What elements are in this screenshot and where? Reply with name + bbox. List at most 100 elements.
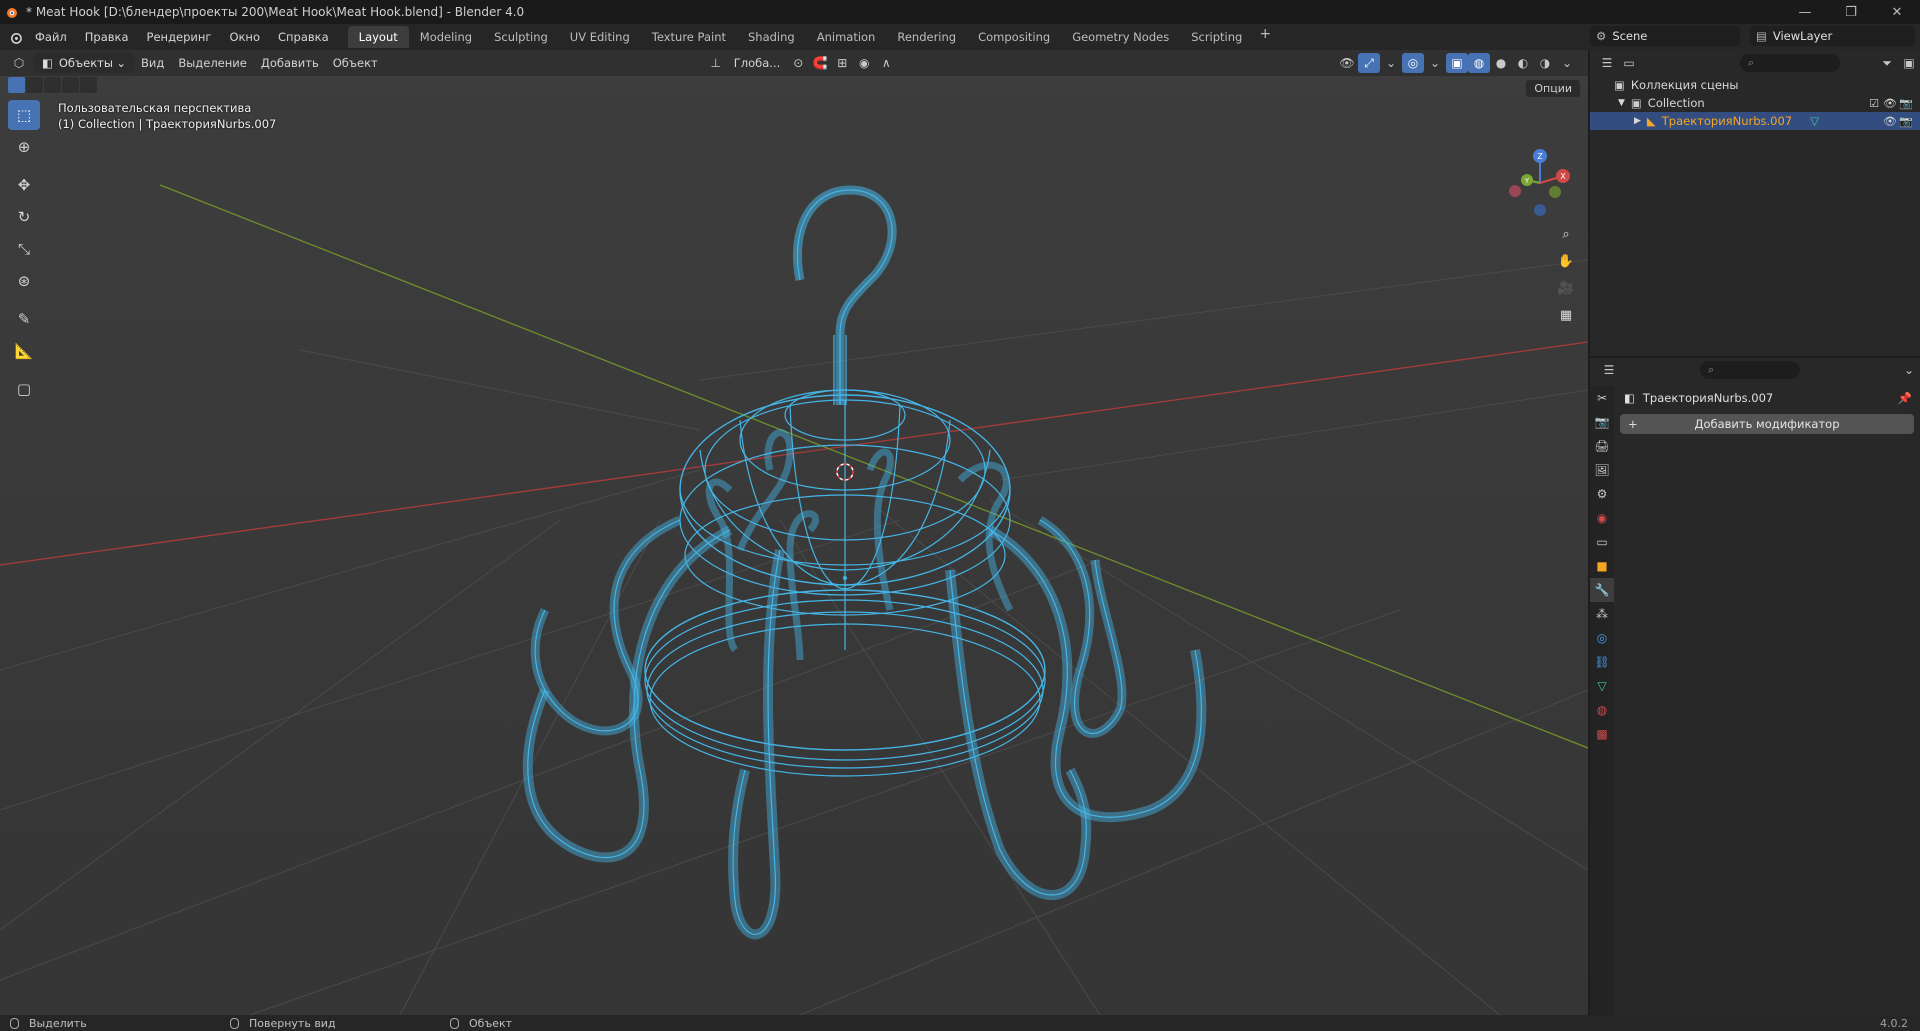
menu-render[interactable]: Рендеринг <box>138 26 221 48</box>
tab-texture-paint[interactable]: Texture Paint <box>641 26 737 48</box>
menu-add[interactable]: Добавить <box>254 56 326 70</box>
tab-uv-editing[interactable]: UV Editing <box>559 26 641 48</box>
shading-dropdown-icon[interactable]: ⌄ <box>1556 53 1578 73</box>
add-modifier-button[interactable]: + Добавить модификатор <box>1620 414 1914 434</box>
outliner-editor-type-icon[interactable]: ☰ <box>1596 53 1618 73</box>
properties-editor-type-icon[interactable]: ☰ <box>1598 360 1620 380</box>
menu-edit[interactable]: Правка <box>76 26 138 48</box>
select-extend-button[interactable] <box>26 77 43 93</box>
overlays-dropdown-icon[interactable]: ⌄ <box>1424 53 1446 73</box>
render-tab-icon[interactable]: 📷 <box>1590 410 1614 434</box>
wireframe-shading-icon[interactable]: ◍ <box>1468 53 1490 73</box>
scene-tab-icon[interactable]: ⚙ <box>1590 482 1614 506</box>
data-tab-icon[interactable]: ▽ <box>1590 674 1614 698</box>
select-new-button[interactable] <box>8 77 25 93</box>
object-tab-icon[interactable]: ■ <box>1590 554 1614 578</box>
mode-dropdown[interactable]: ◧ Объекты ⌄ <box>34 53 134 73</box>
outliner-row-collection[interactable]: ▼ ▣ Collection ☑ 👁 📷 <box>1590 94 1920 112</box>
editor-type-icon[interactable]: ⬡ <box>8 53 30 73</box>
menu-window[interactable]: Окно <box>220 26 269 48</box>
expand-arrow-icon[interactable]: ▶ <box>1634 116 1641 126</box>
minimize-button[interactable]: — <box>1782 0 1828 24</box>
measure-tool-icon[interactable]: 📐 <box>8 336 40 366</box>
ortho-grid-icon[interactable]: ▦ <box>1554 303 1578 327</box>
close-button[interactable]: ✕ <box>1874 0 1920 24</box>
visibility-icon[interactable]: 👁 <box>1336 53 1358 73</box>
menu-help[interactable]: Справка <box>269 26 338 48</box>
rendered-shading-icon[interactable]: ◑ <box>1534 53 1556 73</box>
outliner-row-scene-collection[interactable]: ▣ Коллекция сцены <box>1590 76 1920 94</box>
view-layer-tab-icon[interactable]: 🖼 <box>1590 458 1614 482</box>
tab-layout[interactable]: Layout <box>347 26 409 48</box>
exclude-checkbox-icon[interactable]: ☑ <box>1866 97 1882 110</box>
transform-tool-icon[interactable]: ⊛ <box>8 266 40 296</box>
falloff-icon[interactable]: ∧ <box>875 53 897 73</box>
output-tab-icon[interactable]: 🖨 <box>1590 434 1614 458</box>
add-workspace-button[interactable]: + <box>1253 26 1277 48</box>
snap-icon[interactable]: 🧲 <box>809 53 831 73</box>
pin-icon[interactable]: 📌 <box>1898 391 1912 405</box>
3d-viewport[interactable]: ⬡ ◧ Объекты ⌄ Вид Выделение Добавить Объ… <box>0 50 1588 1015</box>
camera-view-icon[interactable]: 🎥 <box>1554 276 1578 300</box>
transform-orientation-icon[interactable]: ⊥ <box>705 53 727 73</box>
solid-shading-icon[interactable]: ● <box>1490 53 1512 73</box>
tab-scripting[interactable]: Scripting <box>1180 26 1253 48</box>
select-invert-button[interactable] <box>62 77 79 93</box>
collection-tab-icon[interactable]: ▭ <box>1590 530 1614 554</box>
properties-search-input[interactable]: ⌕ <box>1700 361 1800 379</box>
gizmo-toggle-icon[interactable]: ⤢ <box>1358 53 1380 73</box>
eye-icon[interactable]: 👁 <box>1882 115 1898 128</box>
particles-tab-icon[interactable]: ⁂ <box>1590 602 1614 626</box>
rotate-tool-icon[interactable]: ↻ <box>8 202 40 232</box>
zoom-icon[interactable]: ⌕ <box>1554 222 1578 246</box>
menu-object[interactable]: Объект <box>326 56 385 70</box>
material-shading-icon[interactable]: ◐ <box>1512 53 1534 73</box>
select-subtract-button[interactable] <box>44 77 61 93</box>
menu-view[interactable]: Вид <box>134 56 171 70</box>
menu-select[interactable]: Выделение <box>171 56 254 70</box>
tab-animation[interactable]: Animation <box>806 26 887 48</box>
select-intersect-button[interactable] <box>80 77 97 93</box>
options-dropdown[interactable]: Опции <box>1526 80 1580 97</box>
annotate-tool-icon[interactable]: ✎ <box>8 304 40 334</box>
transform-orientation-dropdown[interactable]: Глоба... <box>727 56 788 70</box>
tab-geometry-nodes[interactable]: Geometry Nodes <box>1061 26 1180 48</box>
expand-arrow-icon[interactable]: ▼ <box>1618 98 1625 108</box>
camera-icon[interactable]: 📷 <box>1898 115 1914 128</box>
pan-hand-icon[interactable]: ✋ <box>1554 249 1578 273</box>
blender-menu-icon[interactable] <box>4 27 26 47</box>
tool-tab-icon[interactable]: ✂ <box>1590 386 1614 410</box>
outliner-row-object[interactable]: ▶ ◣ ТраекторияNurbs.007 ▽ 👁 📷 <box>1590 112 1920 130</box>
tab-modeling[interactable]: Modeling <box>409 26 483 48</box>
overlays-toggle-icon[interactable]: ◎ <box>1402 53 1424 73</box>
snap-target-icon[interactable]: ⊞ <box>831 53 853 73</box>
gizmo-dropdown-icon[interactable]: ⌄ <box>1380 53 1402 73</box>
camera-icon[interactable]: 📷 <box>1898 97 1914 110</box>
move-tool-icon[interactable]: ✥ <box>8 170 40 200</box>
eye-icon[interactable]: 👁 <box>1882 97 1898 110</box>
display-mode-icon[interactable]: ▭ <box>1618 53 1640 73</box>
view-layer-selector[interactable]: ▤ ViewLayer <box>1750 26 1915 46</box>
cursor-tool-icon[interactable]: ⊕ <box>8 132 40 162</box>
modifier-tab-icon[interactable]: 🔧 <box>1590 578 1614 602</box>
scale-tool-icon[interactable]: ⤡ <box>8 234 40 264</box>
maximize-button[interactable]: ❐ <box>1828 0 1874 24</box>
select-box-tool-icon[interactable]: ⬚ <box>8 100 40 130</box>
navigation-gizmo[interactable]: Z X Y <box>1505 148 1575 218</box>
new-collection-icon[interactable]: ▣ <box>1898 53 1920 73</box>
tab-compositing[interactable]: Compositing <box>967 26 1061 48</box>
texture-tab-icon[interactable]: ▩ <box>1590 722 1614 746</box>
outliner-search-input[interactable]: ⌕ <box>1740 54 1840 72</box>
xray-toggle-icon[interactable]: ▣ <box>1446 53 1468 73</box>
menu-file[interactable]: Файл <box>26 26 76 48</box>
viewport-scene[interactable] <box>0 50 1588 1015</box>
material-tab-icon[interactable]: ◍ <box>1590 698 1614 722</box>
physics-tab-icon[interactable]: ◎ <box>1590 626 1614 650</box>
proportional-edit-icon[interactable]: ◉ <box>853 53 875 73</box>
filter-icon[interactable]: ⏷ <box>1876 53 1898 73</box>
chevron-down-icon[interactable]: ⌄ <box>1898 360 1920 380</box>
tab-shading[interactable]: Shading <box>737 26 806 48</box>
tab-sculpting[interactable]: Sculpting <box>483 26 559 48</box>
pivot-icon[interactable]: ⊙ <box>787 53 809 73</box>
add-cube-tool-icon[interactable]: ▢ <box>8 374 40 404</box>
